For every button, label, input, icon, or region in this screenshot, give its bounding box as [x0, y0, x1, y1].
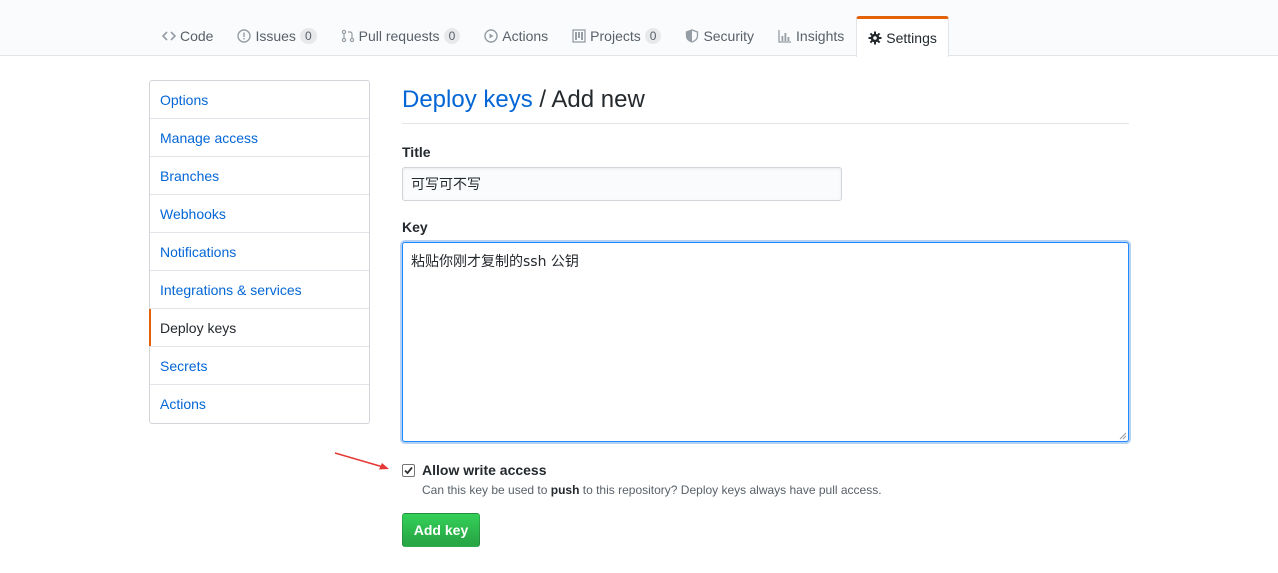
graph-icon: [778, 29, 792, 43]
tab-label: Issues: [255, 28, 296, 44]
sidebar-item-options[interactable]: Options: [150, 81, 369, 119]
projects-counter: 0: [644, 28, 662, 44]
tab-label: Insights: [796, 28, 845, 44]
issues-counter: 0: [299, 28, 317, 44]
tab-code[interactable]: Code: [150, 16, 225, 56]
resize-grip-icon[interactable]: [1117, 430, 1127, 440]
pull-requests-counter: 0: [443, 28, 461, 44]
breadcrumb-current: Add new: [551, 86, 645, 113]
tab-label: Settings: [886, 30, 937, 46]
annotation-arrow-icon: [334, 452, 389, 470]
settings-sidebar: Options Manage access Branches Webhooks …: [149, 80, 370, 424]
key-textarea-value: 粘贴你刚才复制的ssh 公钥: [411, 254, 579, 270]
tab-label: Projects: [590, 28, 641, 44]
checkmark-icon: [404, 466, 413, 474]
tab-pull-requests[interactable]: Pull requests 0: [329, 16, 473, 56]
sidebar-item-manage-access[interactable]: Manage access: [150, 119, 369, 157]
title-input[interactable]: 可写可不写: [402, 167, 842, 201]
sidebar-item-secrets[interactable]: Secrets: [150, 347, 369, 385]
sidebar-item-branches[interactable]: Branches: [150, 157, 369, 195]
gear-icon: [868, 31, 882, 45]
tab-issues[interactable]: Issues 0: [225, 16, 328, 56]
code-icon: [162, 29, 176, 43]
write-access-note: Can this key be used to push to this rep…: [422, 483, 882, 497]
sidebar-item-integrations[interactable]: Integrations & services: [150, 271, 369, 309]
note-text-after: to this repository? Deploy keys always h…: [579, 483, 882, 497]
sidebar-item-webhooks[interactable]: Webhooks: [150, 195, 369, 233]
tab-security[interactable]: Security: [673, 16, 766, 56]
tab-projects[interactable]: Projects 0: [560, 16, 673, 56]
tab-settings[interactable]: Settings: [856, 16, 949, 57]
key-label: Key: [402, 219, 428, 235]
tab-label: Pull requests: [358, 28, 440, 44]
tab-insights[interactable]: Insights: [766, 16, 856, 56]
title-label: Title: [402, 144, 431, 160]
breadcrumb-separator: /: [532, 86, 552, 113]
page-title: Deploy keys / Add new: [402, 80, 1129, 124]
tab-label: Security: [703, 28, 755, 44]
play-icon: [484, 29, 498, 43]
breadcrumb-deploy-keys-link[interactable]: Deploy keys: [402, 86, 533, 113]
note-text-before: Can this key be used to: [422, 483, 551, 497]
shield-icon: [685, 29, 699, 43]
tab-label: Actions: [502, 28, 549, 44]
sidebar-item-deploy-keys[interactable]: Deploy keys: [149, 309, 369, 347]
issue-icon: [237, 29, 252, 43]
sidebar-item-actions[interactable]: Actions: [150, 385, 369, 423]
project-icon: [572, 29, 586, 43]
tab-actions[interactable]: Actions: [472, 16, 560, 56]
note-text-push: push: [550, 483, 580, 497]
deploy-key-form: Deploy keys / Add new Title 可写可不写 Key 粘贴…: [402, 80, 1129, 442]
write-access-checkbox[interactable]: [402, 463, 415, 477]
tab-label: Code: [180, 28, 214, 44]
pull-request-icon: [341, 29, 355, 43]
repo-tabs: Code Issues 0 Pull requests 0 Actions Pr…: [150, 16, 949, 57]
write-access-label[interactable]: Allow write access: [422, 462, 547, 478]
write-access-row: Allow write access: [402, 462, 547, 478]
add-key-button[interactable]: Add key: [402, 513, 480, 547]
sidebar-item-notifications[interactable]: Notifications: [150, 233, 369, 271]
repo-tab-bar: Code Issues 0 Pull requests 0 Actions Pr…: [0, 0, 1278, 57]
key-textarea[interactable]: 粘贴你刚才复制的ssh 公钥: [402, 242, 1129, 442]
